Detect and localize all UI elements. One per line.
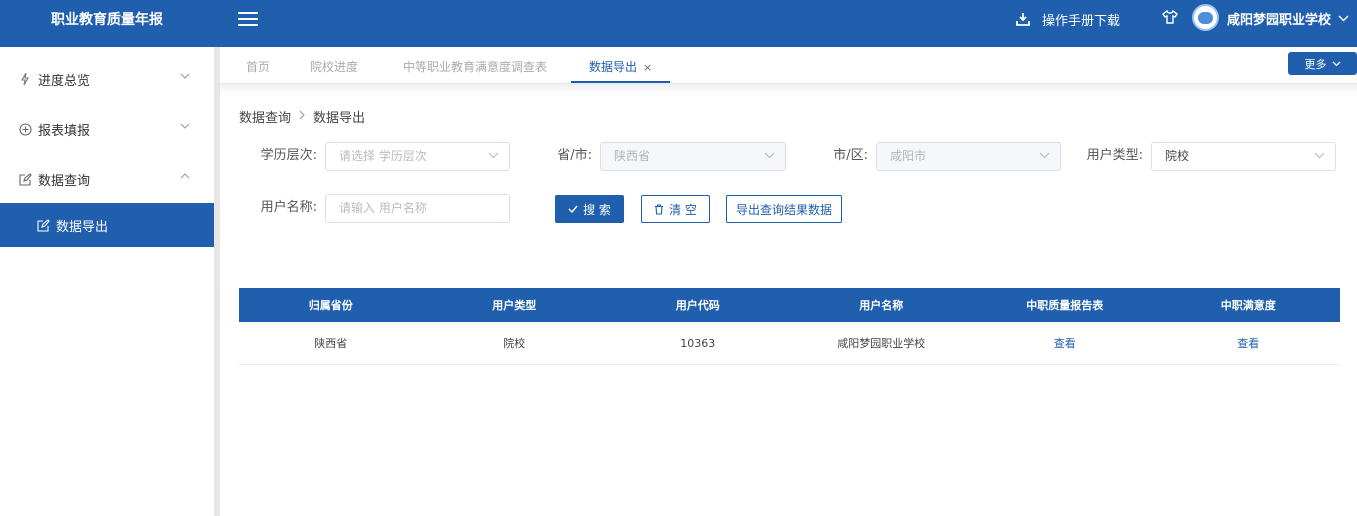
edit-icon (18, 172, 32, 186)
more-button[interactable]: 更多 (1288, 52, 1357, 75)
top-bar: 职业教育质量年报 操作手册下载 咸阳梦园职业学校 (0, 0, 1357, 47)
cell-user-type: 院校 (503, 337, 526, 350)
clear-button[interactable]: 清 空 (641, 195, 710, 223)
chevron-up-icon (180, 173, 190, 179)
cell-user-code: 10363 (680, 336, 716, 350)
sidebar-item-report[interactable]: 报表填报 (0, 104, 214, 154)
chevron-down-icon (488, 152, 499, 159)
user-menu[interactable]: 咸阳梦园职业学校 (1227, 9, 1349, 28)
table-header: 归属省份 用户类型 用户代码 用户名称 中职质量报告表 中职满意度 (239, 288, 1340, 322)
sidebar-item-data-query[interactable]: 数据查询 (0, 154, 214, 204)
sidebar-item-label: 数据导出 (56, 219, 109, 235)
breadcrumb: 数据查询 数据导出 (239, 107, 365, 126)
tab-data-export[interactable]: 数据导出 × (571, 47, 671, 83)
user-type-value: 院校 (1165, 149, 1190, 163)
column-header: 用户名称 (859, 299, 904, 312)
chevron-right-icon (299, 110, 305, 123)
column-header: 中职质量报告表 (1026, 299, 1104, 312)
province-value: 陕西省 (614, 149, 651, 163)
chevron-down-icon (764, 152, 775, 159)
bolt-icon (18, 72, 32, 86)
user-name-placeholder: 请输入 用户名称 (339, 201, 427, 215)
cell-user-name: 咸阳梦园职业学校 (837, 337, 926, 350)
column-header: 归属省份 (308, 299, 353, 312)
tab-bar: 首页 院校进度 中等职业教育满意度调查表 数据导出 × (220, 47, 1357, 84)
sidebar-item-progress[interactable]: 进度总览 (0, 54, 214, 104)
tab-school-progress[interactable]: 院校进度 (310, 47, 358, 83)
column-header: 中职满意度 (1220, 299, 1276, 312)
city-value: 咸阳市 (890, 149, 927, 163)
city-select[interactable]: 咸阳市 (876, 142, 1061, 171)
close-icon[interactable]: × (643, 61, 652, 74)
chevron-down-icon (1314, 152, 1325, 159)
edu-level-placeholder: 请选择 学历层次 (339, 149, 427, 163)
tab-label: 数据导出 (589, 60, 638, 74)
sidebar-item-label: 数据查询 (38, 173, 91, 189)
edu-level-label: 学历层次: (260, 148, 317, 163)
sidebar-divider[interactable] (214, 47, 220, 516)
more-button-label: 更多 (1304, 57, 1327, 71)
column-header: 用户类型 (492, 299, 537, 312)
table-row: 陕西省 院校 10363 咸阳梦园职业学校 查看 查看 (239, 322, 1340, 365)
theme-shirt-icon[interactable] (1162, 10, 1178, 24)
breadcrumb-item: 数据导出 (313, 111, 366, 126)
manual-download-link[interactable]: 操作手册下载 (1016, 9, 1120, 29)
export-button[interactable]: 导出查询结果数据 (726, 195, 842, 223)
chevron-down-icon (180, 73, 190, 79)
chevron-down-icon (1332, 61, 1340, 66)
user-name-label: 用户名称: (260, 200, 317, 215)
view-satisfaction-link[interactable]: 查看 (1157, 322, 1341, 364)
clear-button-label: 清 空 (669, 202, 697, 217)
edit-icon (36, 218, 50, 232)
sidebar: 进度总览 报表填报 数据查询 数据导出 (0, 47, 214, 516)
export-button-label: 导出查询结果数据 (735, 202, 832, 217)
search-button-label: 搜 索 (583, 202, 611, 217)
edu-level-select[interactable]: 请选择 学历层次 (325, 142, 510, 171)
results-table: 归属省份 用户类型 用户代码 用户名称 中职质量报告表 中职满意度 陕西省 院校… (239, 288, 1340, 365)
download-icon (1016, 13, 1030, 26)
sidebar-item-label: 进度总览 (38, 73, 91, 89)
user-type-label: 用户类型: (1086, 148, 1143, 163)
user-type-select[interactable]: 院校 (1151, 142, 1336, 171)
avatar[interactable] (1192, 4, 1219, 31)
column-header: 用户代码 (675, 299, 720, 312)
trash-icon (654, 203, 664, 215)
check-icon (568, 205, 578, 213)
menu-toggle-icon[interactable] (238, 12, 258, 28)
tab-home[interactable]: 首页 (246, 47, 270, 83)
chevron-down-icon (1039, 152, 1050, 159)
chevron-down-icon (180, 123, 190, 129)
manual-download-label: 操作手册下载 (1042, 13, 1121, 29)
school-name: 咸阳梦园职业学校 (1227, 13, 1332, 28)
sidebar-item-label: 报表填报 (38, 123, 91, 139)
chevron-down-icon (1338, 15, 1349, 22)
avatar-face-icon (1198, 11, 1213, 24)
breadcrumb-item[interactable]: 数据查询 (239, 107, 291, 126)
tab-satisfaction-survey[interactable]: 中等职业教育满意度调查表 (403, 47, 547, 83)
user-name-input[interactable]: 请输入 用户名称 (325, 194, 510, 223)
province-select[interactable]: 陕西省 (600, 142, 786, 171)
cell-province: 陕西省 (314, 337, 348, 350)
sidebar-item-data-export[interactable]: 数据导出 (0, 203, 214, 247)
city-label: 市/区: (833, 148, 868, 163)
app-title: 职业教育质量年报 (51, 12, 163, 28)
search-button[interactable]: 搜 索 (555, 195, 624, 223)
tab-shadow (220, 84, 1357, 94)
plus-circle-icon (18, 122, 32, 136)
province-label: 省/市: (557, 148, 592, 163)
view-quality-report-link[interactable]: 查看 (973, 322, 1157, 364)
